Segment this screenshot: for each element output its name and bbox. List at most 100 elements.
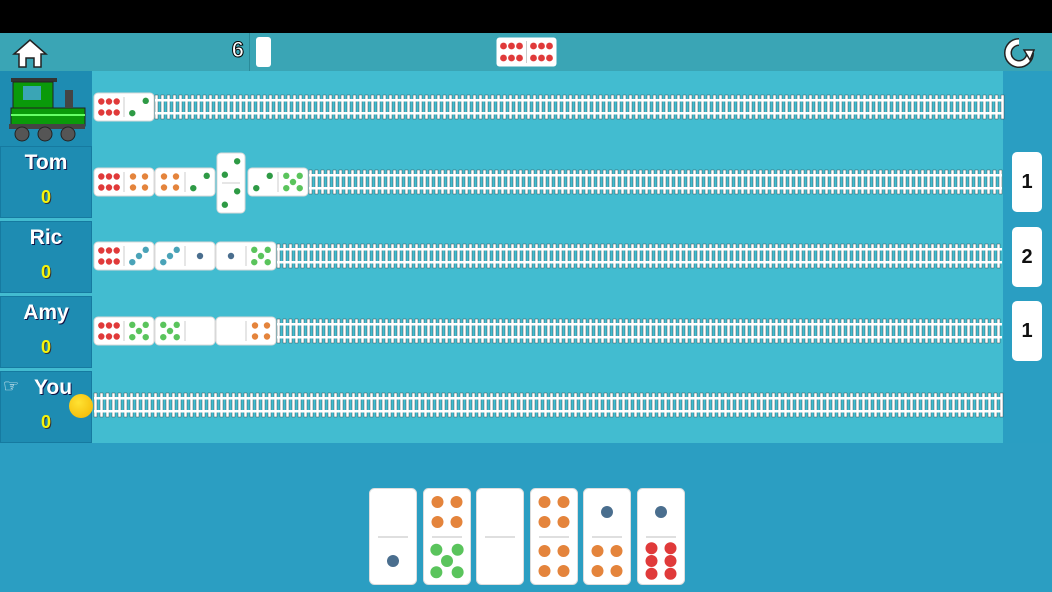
pip <box>251 246 258 254</box>
domino-tile <box>154 241 216 271</box>
pip <box>160 184 168 191</box>
pip <box>664 555 676 567</box>
domino-tile <box>247 167 309 197</box>
pip <box>264 258 271 266</box>
pip <box>142 97 149 105</box>
pip <box>296 172 303 180</box>
pip <box>105 173 113 180</box>
pip <box>172 184 180 191</box>
hand-tile[interactable] <box>476 488 524 585</box>
pip <box>173 333 180 341</box>
pip <box>450 516 462 528</box>
rail-track <box>276 243 1002 269</box>
pip <box>196 252 204 260</box>
restart-icon[interactable] <box>1000 36 1038 70</box>
pip <box>296 184 303 192</box>
track-amy[interactable] <box>93 316 1003 346</box>
pip <box>431 496 443 508</box>
home-icon[interactable] <box>12 38 48 68</box>
pip <box>160 258 167 266</box>
pip <box>113 109 120 116</box>
pip <box>429 566 442 579</box>
hand-tile[interactable] <box>636 488 685 585</box>
domino-tile <box>154 167 216 197</box>
track-you[interactable] <box>93 392 1004 418</box>
track-ric[interactable] <box>93 241 1003 271</box>
pip <box>440 555 453 567</box>
pip <box>538 54 545 62</box>
pip <box>538 516 550 528</box>
pip <box>141 173 149 180</box>
pip <box>113 258 120 265</box>
player-name: Ric <box>29 226 63 249</box>
pip <box>105 247 113 254</box>
mexican-train-card <box>0 71 92 146</box>
pip <box>129 258 136 266</box>
pip <box>98 184 105 191</box>
boneyard-count: 6 <box>231 37 244 63</box>
pip <box>105 109 113 116</box>
pip <box>654 506 667 518</box>
pip <box>645 542 657 555</box>
player-name: Amy <box>23 301 69 324</box>
pip <box>203 172 210 180</box>
hand-tile[interactable] <box>529 488 578 585</box>
pip <box>98 173 105 180</box>
pip <box>98 333 105 340</box>
pip <box>172 173 180 180</box>
track-mexican-train[interactable] <box>93 92 1005 122</box>
hand-count-amy: 1 <box>1012 301 1042 361</box>
pip <box>257 252 265 260</box>
pip <box>387 555 399 567</box>
rail-track <box>308 169 1003 195</box>
pip <box>516 54 523 62</box>
pip <box>508 54 515 62</box>
pip <box>538 545 550 557</box>
pip <box>129 173 137 180</box>
domino-tile <box>93 92 155 122</box>
pip <box>591 545 604 557</box>
pip <box>129 333 136 341</box>
pip <box>538 565 550 577</box>
pip <box>500 54 507 62</box>
player-name: Tom <box>24 151 68 174</box>
boneyard-tile-icon[interactable] <box>256 37 271 67</box>
hand-tile[interactable] <box>422 488 471 585</box>
rail-track <box>276 318 1002 344</box>
pip <box>251 258 258 266</box>
domino-tile <box>154 316 216 346</box>
pip <box>538 42 545 50</box>
pip <box>221 201 229 208</box>
pip <box>98 322 105 329</box>
domino-tile <box>215 316 277 346</box>
player-score: 0 <box>40 337 51 357</box>
pip <box>645 555 657 567</box>
player-score: 0 <box>40 262 51 282</box>
pip <box>129 184 137 191</box>
hand-tile[interactable] <box>369 488 417 585</box>
pip <box>283 184 290 192</box>
pip <box>557 496 569 508</box>
pip <box>253 184 260 192</box>
track-tom[interactable] <box>93 152 1003 214</box>
pip <box>166 327 174 335</box>
pip <box>546 54 553 62</box>
header-divider <box>249 33 250 71</box>
pip <box>264 246 271 254</box>
player-card-ric: Ric 0 <box>0 221 92 293</box>
pip <box>645 567 657 580</box>
pip <box>105 333 113 340</box>
train-icon <box>9 78 86 142</box>
pip <box>98 109 105 116</box>
pip <box>142 246 149 254</box>
pip <box>451 566 464 579</box>
pip <box>233 158 241 165</box>
domino-double-tile <box>216 152 246 214</box>
pip <box>233 188 241 195</box>
hand-tile[interactable] <box>583 488 631 585</box>
pip <box>431 516 443 528</box>
pip <box>142 333 149 341</box>
pip <box>289 178 297 186</box>
pip <box>141 184 149 191</box>
pip <box>98 258 105 265</box>
